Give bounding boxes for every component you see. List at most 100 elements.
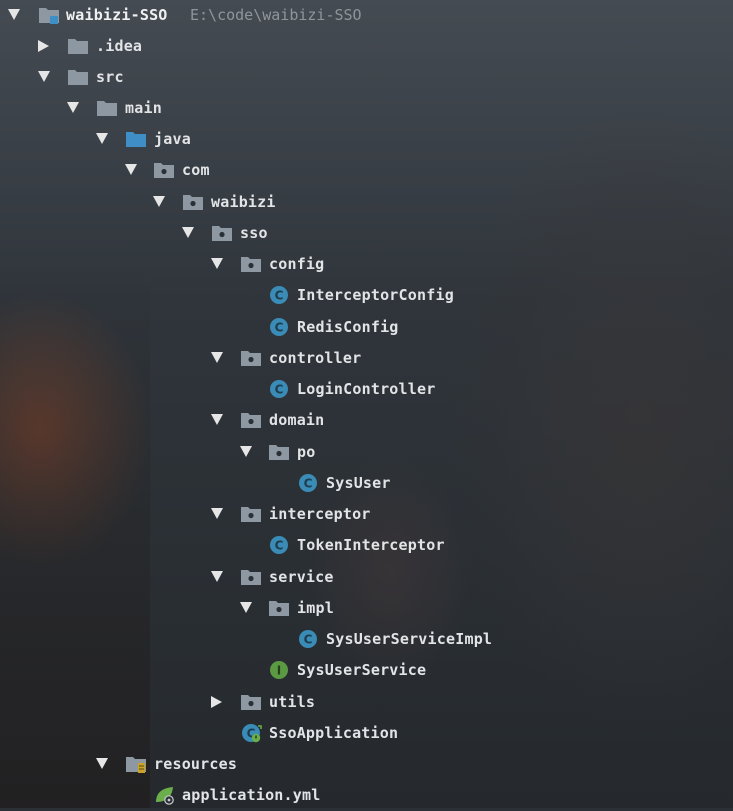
- chevron-down-icon[interactable]: [211, 352, 223, 363]
- tree-item-label: impl: [297, 599, 334, 617]
- class-icon: C: [268, 317, 290, 337]
- tree-item-label: InterceptorConfig: [297, 286, 454, 304]
- tree-row-controller[interactable]: controller: [0, 343, 733, 374]
- tree-item-label: java: [154, 130, 191, 148]
- package-icon: [240, 504, 262, 524]
- package-icon: [153, 160, 175, 180]
- package-icon: [240, 692, 262, 712]
- tree-row-sso[interactable]: sso: [0, 218, 733, 249]
- tree-row-com[interactable]: com: [0, 155, 733, 186]
- chevron-down-icon[interactable]: [38, 71, 50, 82]
- tree-item-label: SysUser: [326, 474, 391, 492]
- package-icon: [240, 348, 262, 368]
- spring-boot-class-icon: C: [240, 723, 262, 743]
- tree-row-src[interactable]: src: [0, 62, 733, 93]
- package-icon: [268, 442, 290, 462]
- tree-item-label: RedisConfig: [297, 318, 399, 336]
- resources-folder-icon: [125, 754, 147, 774]
- chevron-down-icon[interactable]: [240, 446, 252, 457]
- tree-row-waibizi[interactable]: waibizi: [0, 187, 733, 218]
- tree-row-domain[interactable]: domain: [0, 405, 733, 436]
- tree-item-label: application.yml: [182, 786, 321, 804]
- tree-item-label: controller: [269, 349, 362, 367]
- tree-row-service[interactable]: service: [0, 562, 733, 593]
- chevron-down-icon[interactable]: [96, 133, 108, 144]
- tree-row-config[interactable]: config: [0, 249, 733, 280]
- tree-item-label: utils: [269, 693, 316, 711]
- svg-text:C: C: [275, 539, 284, 553]
- package-icon: [240, 254, 262, 274]
- tree-row-token-interceptor[interactable]: C TokenInterceptor: [0, 530, 733, 561]
- tree-item-label: SysUserServiceImpl: [326, 630, 493, 648]
- tree-row-java[interactable]: java: [0, 124, 733, 155]
- class-icon: C: [268, 535, 290, 555]
- chevron-down-icon[interactable]: [211, 508, 223, 519]
- interface-icon: I: [268, 660, 290, 680]
- tree-item-label: po: [297, 443, 316, 461]
- source-folder-icon: [125, 129, 147, 149]
- package-icon: [268, 598, 290, 618]
- package-icon: [211, 223, 233, 243]
- tree-row-resources[interactable]: resources: [0, 749, 733, 780]
- svg-text:I: I: [277, 664, 281, 678]
- tree-row-idea[interactable]: .idea: [0, 31, 733, 62]
- spring-yml-icon: [153, 785, 175, 805]
- svg-text:C: C: [304, 477, 313, 491]
- project-tree[interactable]: waibizi-SSO E:\code\waibizi-SSO .idea sr…: [0, 0, 733, 808]
- chevron-down-icon[interactable]: [96, 758, 108, 769]
- tree-row-login-controller[interactable]: C LoginController: [0, 374, 733, 405]
- tree-item-label: TokenInterceptor: [297, 536, 445, 554]
- tree-item-label: sso: [240, 224, 268, 242]
- folder-icon: [67, 67, 89, 87]
- tree-row-root[interactable]: waibizi-SSO E:\code\waibizi-SSO: [0, 0, 733, 31]
- tree-item-label: resources: [154, 755, 238, 773]
- tree-row-application-yml[interactable]: application.yml: [0, 780, 733, 811]
- tree-item-label: src: [96, 68, 124, 86]
- tree-item-label: com: [182, 161, 210, 179]
- tree-row-impl[interactable]: impl: [0, 593, 733, 624]
- svg-text:C: C: [275, 289, 284, 303]
- chevron-down-icon[interactable]: [211, 258, 223, 269]
- tree-row-sys-user-service[interactable]: I SysUserService: [0, 655, 733, 686]
- tree-item-label: SysUserService: [297, 661, 427, 679]
- tree-item-label: waibizi: [211, 193, 276, 211]
- tree-row-sso-application[interactable]: C SsoApplication: [0, 718, 733, 749]
- module-folder-icon: [38, 5, 60, 25]
- chevron-down-icon[interactable]: [182, 227, 194, 238]
- tree-row-utils[interactable]: utils: [0, 687, 733, 718]
- svg-text:C: C: [275, 321, 284, 335]
- tree-item-label: main: [125, 99, 162, 117]
- folder-icon: [67, 36, 89, 56]
- tree-item-label: interceptor: [269, 505, 371, 523]
- tree-row-main[interactable]: main: [0, 93, 733, 124]
- tree-row-po[interactable]: po: [0, 437, 733, 468]
- chevron-down-icon[interactable]: [240, 602, 252, 613]
- class-icon: C: [297, 629, 319, 649]
- tree-row-interceptor[interactable]: interceptor: [0, 499, 733, 530]
- tree-row-interceptor-config[interactable]: C InterceptorConfig: [0, 280, 733, 311]
- project-name: waibizi-SSO: [66, 6, 168, 24]
- svg-text:C: C: [304, 633, 313, 647]
- chevron-right-icon[interactable]: [38, 40, 49, 52]
- tree-row-sys-user-service-impl[interactable]: C SysUserServiceImpl: [0, 624, 733, 655]
- tree-item-label: SsoApplication: [269, 724, 399, 742]
- chevron-down-icon[interactable]: [211, 414, 223, 425]
- project-path: E:\code\waibizi-SSO: [190, 6, 362, 24]
- chevron-right-icon[interactable]: [211, 696, 222, 708]
- tree-row-redis-config[interactable]: C RedisConfig: [0, 312, 733, 343]
- tree-item-label: service: [269, 568, 334, 586]
- chevron-down-icon[interactable]: [211, 571, 223, 582]
- tree-item-label: config: [269, 255, 325, 273]
- tree-item-label: LoginController: [297, 380, 436, 398]
- tree-item-label: domain: [269, 411, 325, 429]
- package-icon: [240, 410, 262, 430]
- chevron-down-icon[interactable]: [67, 102, 79, 113]
- package-icon: [182, 192, 204, 212]
- folder-icon: [96, 98, 118, 118]
- chevron-down-icon[interactable]: [8, 9, 20, 20]
- chevron-down-icon[interactable]: [125, 164, 137, 175]
- chevron-down-icon[interactable]: [153, 196, 165, 207]
- svg-text:C: C: [275, 383, 284, 397]
- tree-row-sys-user[interactable]: C SysUser: [0, 468, 733, 499]
- class-icon: C: [268, 285, 290, 305]
